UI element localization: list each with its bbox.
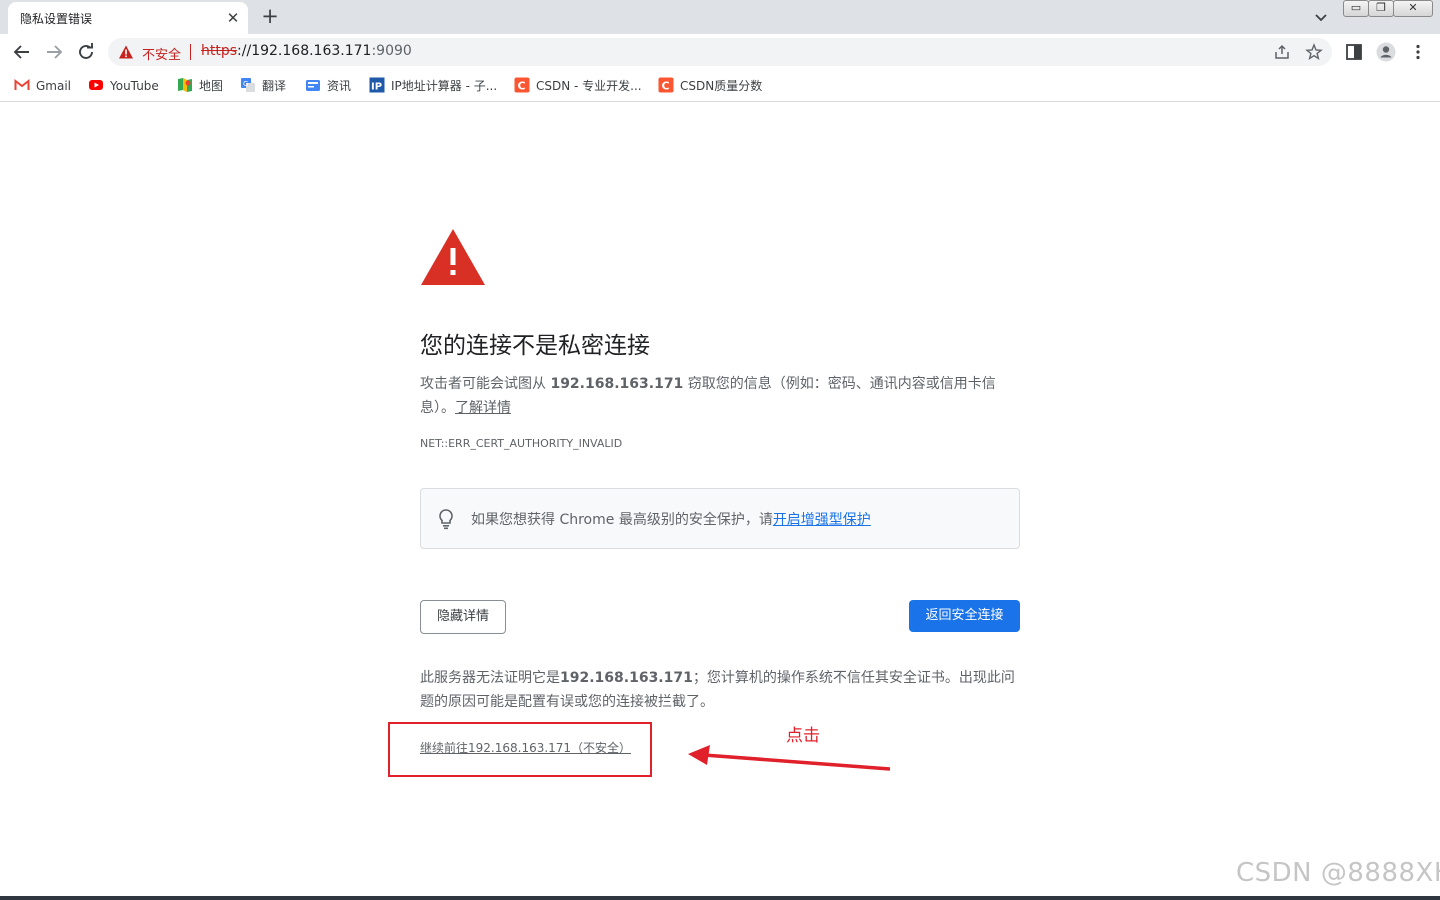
side-panel-icon[interactable] — [1344, 42, 1364, 62]
taskbar-edge — [0, 896, 1440, 900]
bookmark-news[interactable]: 资讯 — [305, 76, 351, 96]
lightbulb-icon — [439, 509, 453, 530]
restore-button[interactable]: ❐ — [1368, 0, 1394, 17]
bookmark-label: YouTube — [110, 79, 159, 93]
active-tab[interactable]: 隐私设置错误 ✕ — [8, 2, 248, 34]
bookmarks-bar: Gmail YouTube 地图 G 翻译 资讯 IP IP地址计算器 - 子.… — [0, 70, 1440, 102]
svg-text:C: C — [518, 80, 526, 93]
forward-arrow-icon[interactable] — [42, 40, 66, 64]
csdn-icon: C — [514, 77, 530, 93]
svg-text:IP: IP — [371, 82, 382, 93]
bookmark-maps[interactable]: 地图 — [177, 76, 223, 96]
main-message: 攻击者可能会试图从 192.168.163.171 窃取您的信息（例如：密码、通… — [420, 372, 1020, 420]
details-host: 192.168.163.171 — [560, 670, 693, 686]
not-secure-warning-icon[interactable] — [118, 44, 134, 60]
svg-text:G: G — [243, 80, 248, 88]
hide-details-button[interactable]: 隐藏详情 — [420, 600, 506, 634]
url-host: 192.168.163.171 — [251, 43, 372, 59]
bookmark-label: Gmail — [36, 79, 72, 93]
url-scheme: https — [201, 43, 238, 59]
details-prefix: 此服务器无法证明它是 — [420, 670, 560, 686]
csdn-watermark: CSDN @8888XH — [1236, 858, 1440, 888]
url-text[interactable]: https://192.168.163.171:9090 — [201, 43, 412, 59]
svg-text:C: C — [662, 80, 670, 93]
enable-enhanced-protection-link[interactable]: 开启增强型保护 — [773, 512, 871, 528]
bookmark-gmail[interactable]: Gmail — [14, 76, 71, 96]
new-tab-button[interactable]: + — [258, 5, 282, 29]
details-message: 此服务器无法证明它是192.168.163.171；您计算机的操作系统不信任其安… — [420, 666, 1020, 714]
back-to-safety-button[interactable]: 返回安全连接 — [909, 600, 1020, 632]
bookmark-label: IP地址计算器 - 子... — [391, 79, 498, 93]
message-host: 192.168.163.171 — [550, 376, 684, 392]
profile-avatar-icon[interactable] — [1376, 42, 1396, 62]
back-arrow-icon[interactable] — [10, 40, 34, 64]
tab-search-chevron-icon[interactable] — [1310, 6, 1332, 28]
enhanced-text-label: 如果您想获得 Chrome 最高级别的安全保护，请 — [471, 512, 773, 528]
bookmark-label: 地图 — [199, 79, 224, 93]
red-warning-triangle-icon — [421, 229, 485, 285]
ip-icon: IP — [369, 77, 385, 93]
menu-kebab-icon[interactable] — [1408, 42, 1428, 62]
enhanced-protection-text: 如果您想获得 Chrome 最高级别的安全保护，请开启增强型保护 — [471, 509, 871, 529]
browser-toolbar: 不安全 https://192.168.163.171:9090 — [0, 34, 1440, 70]
learn-more-link[interactable]: 了解详情 — [455, 400, 511, 416]
gmail-icon — [14, 78, 30, 90]
bookmark-label: CSDN质量分数 — [680, 79, 763, 93]
message-prefix: 攻击者可能会试图从 — [420, 376, 551, 392]
annotation-arrow-icon — [688, 745, 891, 771]
reload-icon[interactable] — [74, 40, 98, 64]
error-code[interactable]: NET::ERR_CERT_AUTHORITY_INVALID — [420, 437, 622, 450]
tab-strip: 隐私设置错误 ✕ + ▭ ❐ ✕ — [0, 0, 1440, 34]
minimize-button[interactable]: ▭ — [1343, 0, 1369, 17]
news-icon — [306, 80, 320, 91]
share-icon[interactable] — [1273, 43, 1291, 61]
youtube-icon — [89, 80, 103, 90]
enhanced-protection-callout: 如果您想获得 Chrome 最高级别的安全保护，请开启增强型保护 — [420, 488, 1020, 549]
url-port: :9090 — [371, 43, 412, 59]
bookmark-youtube[interactable]: YouTube — [88, 76, 159, 96]
bookmark-label: 资讯 — [327, 79, 352, 93]
maps-icon — [178, 78, 192, 92]
bookmark-ip-calculator[interactable]: IP IP地址计算器 - 子... — [369, 76, 497, 96]
page-heading: 您的连接不是私密连接 — [420, 333, 650, 359]
tab-close-icon[interactable]: ✕ — [224, 9, 242, 27]
not-secure-label[interactable]: 不安全 — [142, 44, 181, 63]
bookmark-label: 翻译 — [262, 79, 287, 93]
bookmark-csdn-score[interactable]: C CSDN质量分数 — [658, 76, 762, 96]
bookmark-star-icon[interactable] — [1305, 43, 1323, 61]
bookmark-csdn[interactable]: C CSDN - 专业开发... — [514, 76, 642, 96]
bookmark-translate[interactable]: G 翻译 — [240, 76, 286, 96]
url-separator: :// — [237, 43, 252, 59]
csdn-icon: C — [658, 77, 674, 93]
annotation-highlight-box — [388, 722, 652, 777]
translate-icon: G — [241, 78, 255, 92]
tab-title: 隐私设置错误 — [20, 12, 93, 26]
omnibox-divider — [190, 44, 191, 60]
address-bar[interactable]: 不安全 https://192.168.163.171:9090 — [108, 38, 1332, 66]
bookmark-label: CSDN - 专业开发... — [536, 79, 642, 93]
window-close-button[interactable]: ✕ — [1393, 0, 1433, 17]
